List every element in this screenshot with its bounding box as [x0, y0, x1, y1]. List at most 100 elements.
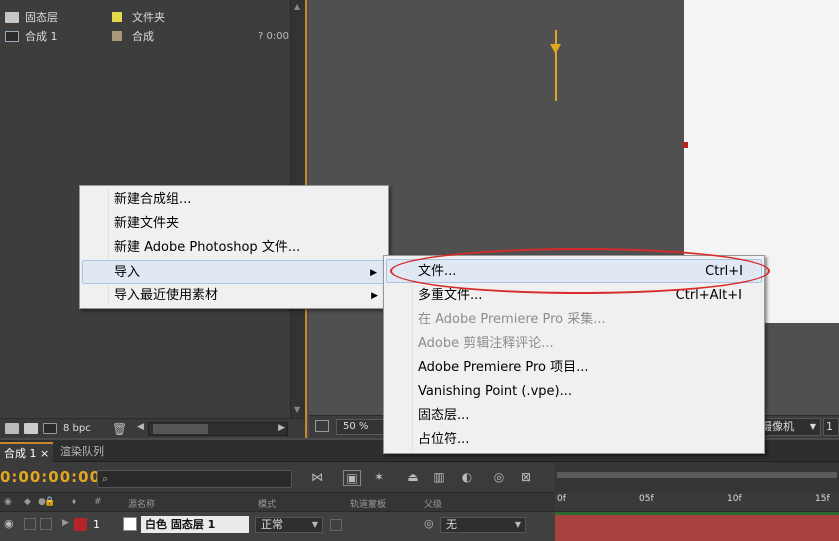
menu-item-label: 导入最近使用素材: [114, 288, 219, 303]
trash-icon[interactable]: 🗑: [112, 422, 127, 436]
lock-icon[interactable]: 🔒: [44, 497, 55, 507]
audio-icon[interactable]: ◆: [24, 497, 31, 507]
layer-label-color[interactable]: [74, 518, 87, 531]
menu-item-label: Adobe 剪辑注释评论...: [418, 336, 554, 351]
project-item-comp[interactable]: 合成 1 合成 ? 0:00: [0, 27, 290, 45]
draft-3d-icon[interactable]: ✶: [370, 470, 388, 486]
work-area-bar[interactable]: [555, 462, 839, 492]
menu-item-capture-premiere: 在 Adobe Premiere Pro 采集...: [386, 308, 762, 332]
project-hscrollbar[interactable]: ◀ ▶: [137, 422, 288, 436]
parent-value: 无: [446, 518, 457, 531]
interpret-footage-icon[interactable]: [5, 423, 19, 434]
bit-depth-button[interactable]: 8 bpc: [63, 423, 91, 434]
menu-item-label: Adobe Premiere Pro 项目...: [418, 360, 589, 375]
project-footer: 8 bpc 🗑 ◀ ▶: [0, 418, 305, 438]
live-update-icon[interactable]: ▣: [343, 470, 361, 486]
layer-name[interactable]: 白色 固态层 1: [141, 516, 249, 533]
tab-composition[interactable]: 合成 1 ×: [0, 442, 54, 462]
tab-render-queue[interactable]: 渲染队列: [56, 442, 108, 462]
project-item-type: 合成: [132, 30, 154, 43]
ruler-tick-label: 0f: [557, 494, 566, 504]
scroll-right-icon[interactable]: ▶: [278, 423, 285, 433]
menu-item-label: 占位符...: [418, 432, 470, 447]
menu-item-label: 导入: [114, 265, 141, 280]
highlight-ellipse-annotation: [390, 248, 770, 294]
menu-item-premiere-project[interactable]: Adobe Premiere Pro 项目...: [386, 356, 762, 380]
current-time-indicator[interactable]: [555, 30, 557, 101]
expand-arrow-icon[interactable]: ▶: [62, 518, 69, 528]
menu-item-new-folder[interactable]: 新建文件夹: [82, 212, 386, 236]
layer-number: 1: [93, 518, 100, 531]
current-time-display[interactable]: 0:00:00:00: [0, 468, 101, 486]
chevron-down-icon: ▼: [514, 520, 521, 529]
anchor-point-marker: [683, 142, 688, 148]
menu-item-label: 在 Adobe Premiere Pro 采集...: [418, 312, 606, 327]
view-layout-dropdown[interactable]: 1: [823, 418, 839, 436]
solid-layer-icon: [123, 517, 137, 531]
layer-row[interactable]: ◉ ▶ 1 白色 固态层 1 正常 ▼ ◎ 无 ▼: [0, 512, 555, 541]
scroll-down-icon[interactable]: ▼: [294, 405, 300, 414]
mode-header: 模式: [258, 500, 277, 510]
menu-item-import-recent[interactable]: 导入最近使用素材 ▶: [82, 284, 386, 308]
zoom-dropdown[interactable]: 50 %: [336, 419, 386, 435]
project-item-duration: ? 0:00: [258, 30, 289, 42]
menu-item-label: 新建文件夹: [114, 216, 180, 231]
work-area-range[interactable]: [557, 472, 837, 478]
menu-item-solid[interactable]: 固态层...: [386, 404, 762, 428]
menu-item-label: 固态层...: [418, 408, 470, 423]
menu-item-vanishing-point[interactable]: Vanishing Point (.vpe)...: [386, 380, 762, 404]
menu-item-clip-notes: Adobe 剪辑注释评论...: [386, 332, 762, 356]
composition-mini-flowchart-icon[interactable]: ⋈: [308, 470, 326, 486]
always-preview-icon[interactable]: [315, 420, 329, 432]
timeline-panel: 合成 1 × 渲染队列 0:00:00:00 ⌕ ⋈ ▣ ✶ ⏏ ▥ ◐ ◎ ⊠…: [0, 440, 839, 541]
track-matte-header: 轨道蒙板: [350, 500, 387, 510]
pick-whip-icon[interactable]: ◎: [424, 517, 434, 530]
project-item-name: 合成 1: [25, 30, 58, 43]
parent-header: 父级: [424, 500, 443, 510]
composition-icon: [5, 30, 19, 42]
blend-mode-dropdown[interactable]: 正常 ▼: [255, 517, 323, 533]
blend-mode-value: 正常: [261, 518, 283, 531]
brainstorm-icon[interactable]: ◎: [490, 470, 508, 486]
ruler-tick-label: 05f: [639, 494, 654, 504]
submenu-arrow-icon: ▶: [371, 291, 378, 301]
audio-toggle[interactable]: [24, 518, 36, 530]
layer-search-input[interactable]: ⌕: [97, 470, 292, 488]
solo-toggle[interactable]: [40, 518, 52, 530]
motion-blur-icon[interactable]: ◐: [458, 470, 476, 486]
chevron-down-icon: ▼: [809, 422, 816, 431]
label-tag-icon[interactable]: ⬧: [72, 497, 76, 507]
new-folder-icon[interactable]: [24, 423, 38, 434]
menu-item-label: 新建 Adobe Photoshop 文件...: [114, 240, 301, 255]
layer-duration-bar[interactable]: [555, 512, 839, 541]
preserve-transparency-toggle[interactable]: [330, 519, 342, 531]
parent-dropdown[interactable]: 无 ▼: [440, 517, 526, 533]
menu-item-placeholder[interactable]: 占位符...: [386, 428, 762, 452]
camera-dropdown[interactable]: 摄像机 ▼: [757, 418, 821, 436]
menu-item-import[interactable]: 导入 ▶: [82, 260, 386, 284]
menu-item-label: 新建合成组...: [114, 192, 192, 207]
scroll-thumb[interactable]: [153, 424, 208, 434]
source-name-header[interactable]: 源名称: [128, 497, 155, 510]
scroll-left-icon[interactable]: ◀: [137, 422, 144, 432]
project-item-name: 固态层: [25, 11, 58, 24]
eye-icon[interactable]: ◉: [4, 517, 14, 530]
label-color-swatch[interactable]: [112, 31, 122, 41]
graph-editor-icon[interactable]: ⊠: [517, 470, 535, 486]
folder-icon: [5, 11, 19, 23]
layer-bar-stripe: [555, 512, 839, 515]
layer-column-headers: ◉ ◆ ● 🔒 ⬧ # 源名称 模式 轨道蒙板 父级: [0, 492, 555, 512]
project-item-folder[interactable]: 固态层 文件夹: [0, 8, 290, 26]
new-composition-icon[interactable]: [43, 423, 57, 434]
scroll-up-icon[interactable]: ▲: [294, 2, 300, 11]
eye-icon[interactable]: ◉: [4, 497, 12, 507]
camera-dropdown-label: 摄像机: [761, 420, 794, 433]
menu-item-label: 多重文件...: [418, 288, 483, 303]
search-icon: ⌕: [102, 472, 109, 485]
label-color-swatch[interactable]: [112, 12, 122, 22]
menu-item-new-photoshop-file[interactable]: 新建 Adobe Photoshop 文件...: [82, 236, 386, 260]
frame-blending-icon[interactable]: ▥: [430, 470, 448, 486]
time-ruler[interactable]: 0f 05f 10f 15f: [555, 492, 839, 512]
hide-shy-layers-icon[interactable]: ⏏: [404, 470, 422, 486]
menu-item-new-composition[interactable]: 新建合成组...: [82, 188, 386, 212]
